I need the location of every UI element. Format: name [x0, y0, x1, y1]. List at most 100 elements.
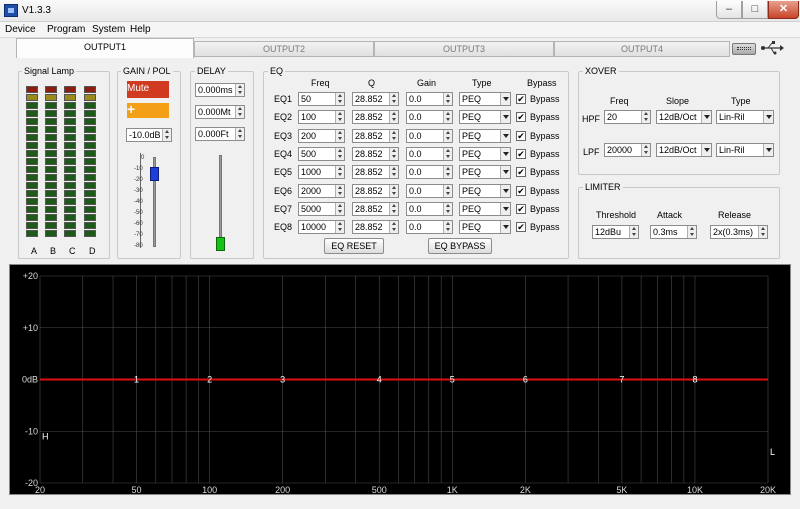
limiter-threshold-input[interactable]: 12dBu	[592, 225, 639, 239]
eq-bypass-checkbox[interactable]: ✔	[516, 185, 526, 196]
eq-q-input[interactable]: 28.852	[352, 146, 399, 161]
eq-type-select[interactable]: PEQ	[459, 92, 511, 106]
spin-arrows-icon[interactable]	[389, 166, 398, 179]
spin-arrows-icon[interactable]	[389, 202, 398, 215]
eq-bypass-checkbox[interactable]: ✔	[516, 203, 526, 214]
eq-bypass-checkbox[interactable]: ✔	[516, 167, 526, 178]
spin-arrows-icon[interactable]	[335, 147, 344, 160]
tab-output3[interactable]: OUTPUT3	[374, 41, 554, 57]
limiter-release-input[interactable]: 2x(0.3ms)	[710, 225, 768, 239]
eq-gain-input[interactable]: 0.0	[406, 110, 453, 125]
spin-arrows-icon[interactable]	[443, 166, 452, 179]
chevron-down-icon[interactable]	[500, 184, 510, 197]
spin-arrows-icon[interactable]	[335, 111, 344, 124]
spin-arrows-icon[interactable]	[389, 111, 398, 124]
hpf-slope-select[interactable]: 12dB/Oct	[656, 110, 712, 124]
spin-arrows-icon[interactable]	[389, 184, 398, 197]
gain-spin-arrows[interactable]	[162, 129, 171, 141]
lpf-type-select[interactable]: Lin-Ril	[716, 143, 774, 157]
eq-bypass-checkbox[interactable]: ✔	[516, 112, 526, 123]
delay-fader-knob[interactable]	[216, 237, 225, 251]
eq-q-input[interactable]: 28.852	[352, 165, 399, 180]
spin-arrows-icon[interactable]	[335, 221, 344, 234]
eq-freq-input[interactable]: 50	[298, 92, 345, 106]
eq-freq-input[interactable]: 200	[298, 128, 345, 143]
tab-output4[interactable]: OUTPUT4	[554, 41, 730, 57]
spin-arrows-icon[interactable]	[443, 111, 452, 124]
eq-freq-input[interactable]: 1000	[298, 165, 345, 180]
chevron-down-icon[interactable]	[500, 93, 510, 105]
delay-fader-track[interactable]	[219, 155, 222, 250]
eq-freq-input[interactable]: 5000	[298, 201, 345, 216]
spin-arrows-icon[interactable]	[389, 129, 398, 142]
spin-arrows-icon[interactable]	[443, 202, 452, 215]
lpf-slope-select[interactable]: 12dB/Oct	[656, 143, 712, 157]
chevron-down-icon[interactable]	[500, 147, 510, 160]
spin-arrows-icon[interactable]	[335, 93, 344, 105]
delay-meter-input[interactable]: 0.000Mt	[195, 105, 245, 119]
gain-input[interactable]: -10.0dB	[126, 128, 172, 142]
menu-device[interactable]: Device	[5, 24, 36, 35]
maximize-button[interactable]: □	[742, 1, 768, 19]
eq-bypass-checkbox[interactable]: ✔	[516, 222, 526, 233]
chevron-down-icon[interactable]	[500, 202, 510, 215]
eq-reset-button[interactable]: EQ RESET	[324, 238, 384, 254]
spin-arrows-icon[interactable]	[335, 166, 344, 179]
eq-q-input[interactable]: 28.852	[352, 183, 399, 198]
delay-feet-input[interactable]: 0.000Ft	[195, 127, 245, 141]
chevron-down-icon[interactable]	[701, 144, 711, 156]
chevron-down-icon[interactable]	[500, 129, 510, 142]
chevron-down-icon[interactable]	[500, 166, 510, 179]
lpf-freq-input[interactable]: 20000	[604, 143, 651, 157]
chevron-down-icon[interactable]	[701, 111, 711, 123]
menu-program[interactable]: Program	[47, 24, 85, 35]
eq-gain-input[interactable]: 0.0	[406, 165, 453, 180]
menu-system[interactable]: System	[92, 24, 125, 35]
eq-freq-input[interactable]: 100	[298, 110, 345, 125]
eq-freq-input[interactable]: 2000	[298, 183, 345, 198]
eq-type-select[interactable]: PEQ	[459, 165, 511, 180]
eq-response-graph[interactable]: 20 50 100 200 500 1K 2K 5K 10K 20K+20+100dB-10-20…	[9, 264, 791, 495]
hpf-freq-input[interactable]: 20	[604, 110, 651, 124]
eq-freq-input[interactable]: 10000	[298, 220, 345, 235]
eq-type-select[interactable]: PEQ	[459, 128, 511, 143]
spin-arrows-icon[interactable]	[335, 129, 344, 142]
spin-arrows-icon[interactable]	[389, 93, 398, 105]
eq-gain-input[interactable]: 0.0	[406, 92, 453, 106]
eq-q-input[interactable]: 28.852	[352, 220, 399, 235]
usb-icon[interactable]	[760, 40, 784, 56]
chevron-down-icon[interactable]	[763, 144, 773, 156]
eq-gain-input[interactable]: 0.0	[406, 220, 453, 235]
tab-output1[interactable]: OUTPUT1	[16, 38, 194, 58]
eq-type-select[interactable]: PEQ	[459, 146, 511, 161]
menu-help[interactable]: Help	[130, 24, 151, 35]
eq-type-select[interactable]: PEQ	[459, 201, 511, 216]
spin-arrows-icon[interactable]	[443, 93, 452, 105]
spin-arrows-icon[interactable]	[335, 184, 344, 197]
eq-type-select[interactable]: PEQ	[459, 183, 511, 198]
eq-gain-input[interactable]: 0.0	[406, 128, 453, 143]
chevron-down-icon[interactable]	[763, 111, 773, 123]
spin-arrows-icon[interactable]	[443, 129, 452, 142]
eq-q-input[interactable]: 28.852	[352, 128, 399, 143]
eq-freq-input[interactable]: 500	[298, 146, 345, 161]
chevron-down-icon[interactable]	[500, 221, 510, 234]
delay-ms-input[interactable]: 0.000ms	[195, 83, 245, 97]
eq-q-input[interactable]: 28.852	[352, 92, 399, 106]
minimize-button[interactable]: –	[716, 1, 742, 19]
spin-arrows-icon[interactable]	[443, 221, 452, 234]
gain-fader-knob[interactable]	[150, 167, 159, 181]
eq-gain-input[interactable]: 0.0	[406, 146, 453, 161]
eq-type-select[interactable]: PEQ	[459, 220, 511, 235]
eq-q-input[interactable]: 28.852	[352, 201, 399, 216]
tab-output2[interactable]: OUTPUT2	[194, 41, 374, 57]
spin-arrows-icon[interactable]	[335, 202, 344, 215]
spin-arrows-icon[interactable]	[389, 147, 398, 160]
chevron-down-icon[interactable]	[500, 111, 510, 124]
eq-type-select[interactable]: PEQ	[459, 110, 511, 125]
mute-button[interactable]: Mute	[127, 81, 169, 98]
hpf-type-select[interactable]: Lin-Ril	[716, 110, 774, 124]
eq-bypass-checkbox[interactable]: ✔	[516, 130, 526, 141]
close-button[interactable]: ✕	[768, 1, 799, 19]
limiter-attack-input[interactable]: 0.3ms	[650, 225, 697, 239]
